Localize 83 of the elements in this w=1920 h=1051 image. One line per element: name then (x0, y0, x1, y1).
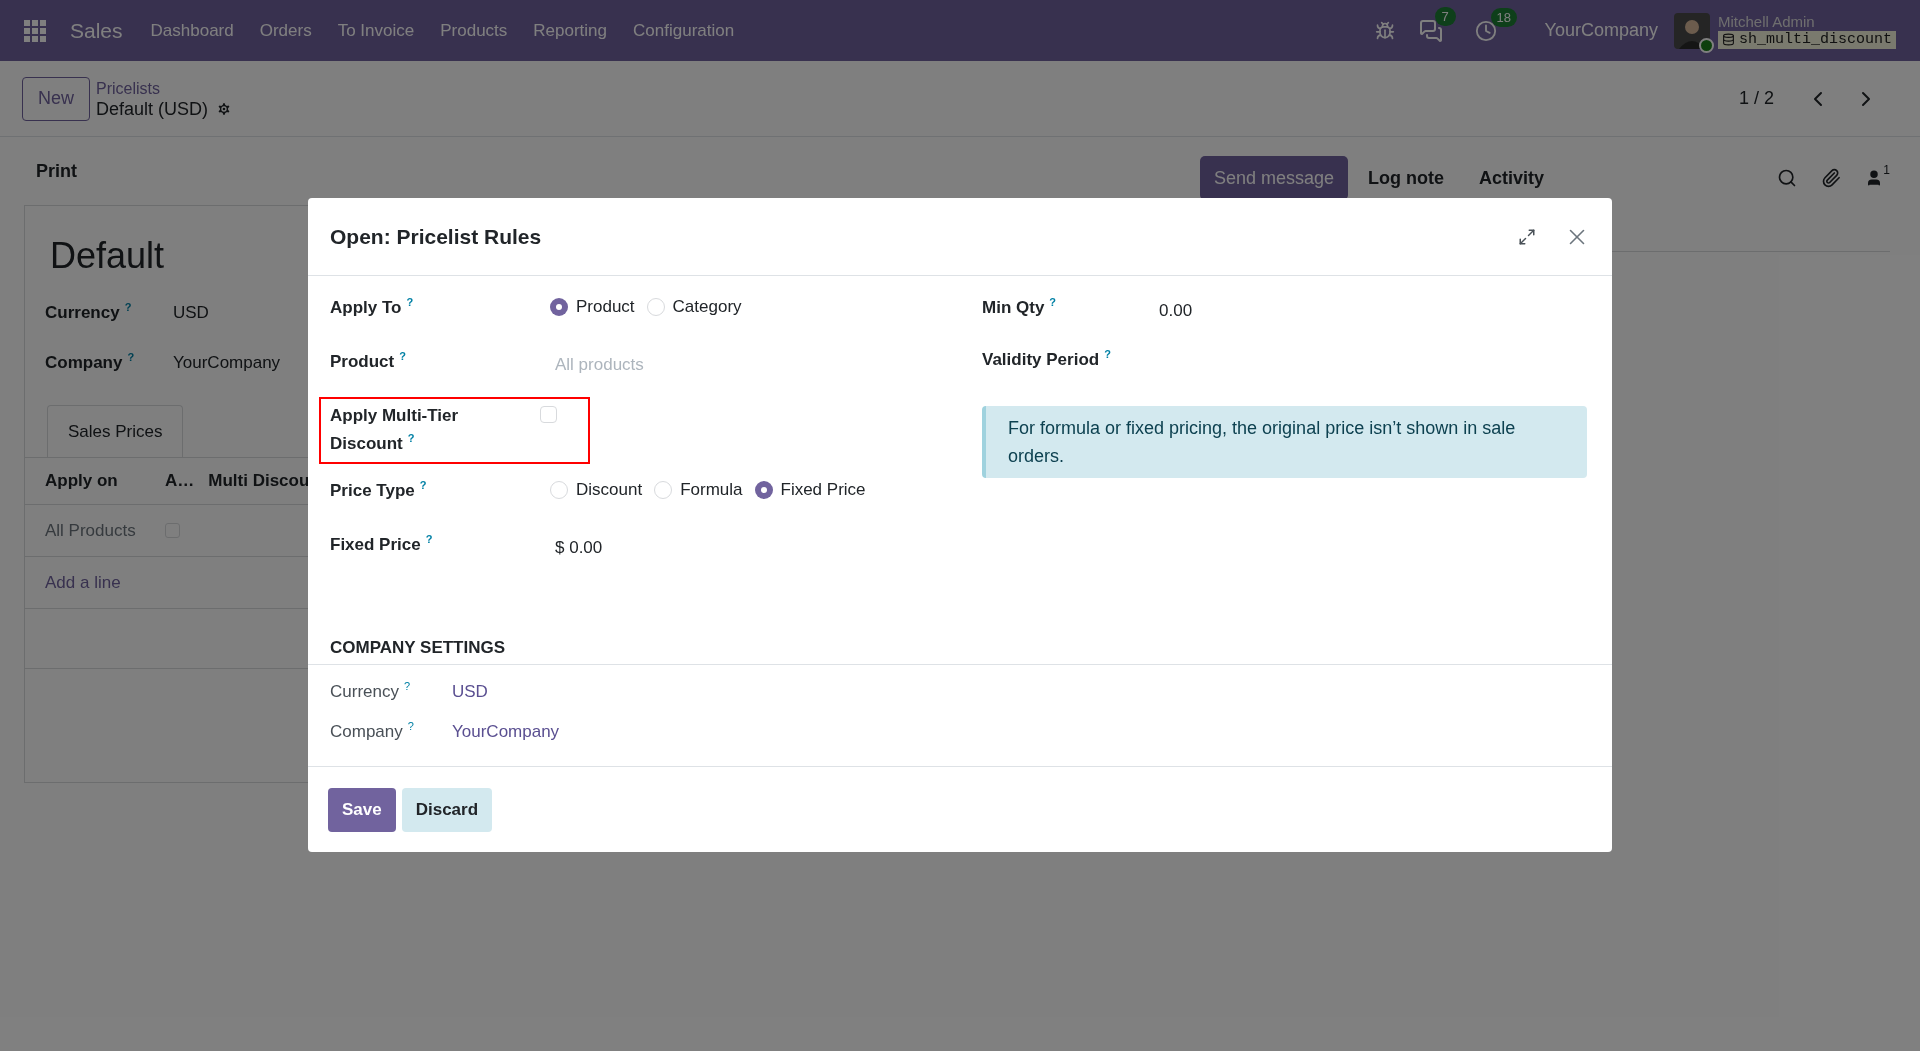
print-button[interactable]: Print (36, 157, 77, 185)
field-value: 0.00 (1158, 300, 1193, 322)
help-mark[interactable]: ? (1049, 296, 1057, 308)
expand-icon[interactable] (1518, 227, 1536, 246)
chatter-tab[interactable]: Log note (1368, 164, 1445, 192)
help-mark[interactable]: ? (425, 533, 433, 545)
help-mark[interactable]: ? (1104, 348, 1111, 360)
alert-text: For formula or fixed pricing, the original price isn’t shown in sale orders. (1008, 417, 1517, 468)
help-mark[interactable]: ? (124, 301, 132, 313)
column-header[interactable]: Apply on (45, 468, 165, 494)
column-header[interactable]: Multi Discou (208, 468, 310, 494)
field-label: Min Qty $^{?}$ (982, 298, 1057, 317)
column-header[interactable]: A… (165, 468, 195, 494)
breadcrumb-link[interactable]: Pricelists (96, 77, 233, 99)
company-name[interactable]: YourCompany (1544, 17, 1658, 44)
help-mark[interactable]: ? (403, 680, 411, 692)
help-mark[interactable]: ? (406, 296, 414, 308)
help-mark[interactable]: ? (419, 479, 427, 491)
radio-option[interactable]: Category (646, 294, 742, 320)
field-label: Company $^{?}$ (45, 349, 136, 374)
section-heading: COMPANY SETTINGS (329, 636, 507, 659)
help-mark[interactable]: ? (407, 719, 414, 732)
radio-option[interactable]: Formula (654, 477, 743, 503)
activity-count-badge: 18 (1490, 7, 1518, 27)
field-label: Apply To $^{?}$ (330, 298, 414, 317)
chat-icon[interactable] (1418, 18, 1443, 43)
field-label: Currency $^{?}$ (45, 300, 133, 324)
new-button[interactable]: New (22, 76, 90, 121)
discard-button[interactable]: Discard (401, 787, 493, 832)
dialog-title: Open: Pricelist Rules (330, 223, 542, 250)
menu-item[interactable]: To Invoice (337, 17, 415, 44)
chatter-tab[interactable]: Activity (1479, 164, 1545, 192)
radio-icon[interactable] (654, 480, 673, 499)
radio-icon[interactable] (646, 297, 665, 316)
record-name: Default (USD) (96, 98, 209, 120)
radio-icon[interactable] (754, 480, 773, 499)
app-name[interactable]: Sales (70, 14, 123, 47)
menu-item[interactable]: Reporting (533, 17, 608, 44)
help-mark[interactable]: ? (399, 350, 406, 362)
field-label: Price Type $^{?}$ (330, 481, 427, 500)
bug-icon[interactable] (1374, 20, 1395, 41)
database-badge: sh_multi_discount (1717, 30, 1896, 49)
record-title: Default (50, 236, 165, 276)
menu-item[interactable]: Configuration (633, 17, 735, 44)
field-label: Currency $^{?}$ (330, 679, 412, 703)
radio-option[interactable]: Product (550, 294, 635, 320)
paperclip-icon[interactable] (1821, 168, 1842, 188)
radio-option[interactable]: Discount (550, 477, 643, 503)
follower-count: 1 (1883, 162, 1890, 179)
add-line-link[interactable]: Add a line (45, 569, 121, 596)
chatter-tab[interactable]: Send message (1200, 156, 1349, 200)
user-name[interactable]: Mitchell Admin (1717, 12, 1896, 31)
help-mark[interactable]: ? (127, 350, 135, 363)
settings-icon[interactable] (216, 101, 233, 117)
database-icon (1721, 33, 1735, 46)
avatar-icon[interactable] (1673, 12, 1710, 49)
field-value: YourCompany (173, 351, 281, 374)
tab[interactable]: Sales Prices (47, 405, 184, 457)
field-label: Product $^{?}$ (330, 352, 406, 371)
field-link[interactable]: USD (452, 679, 488, 705)
field-label: Fixed Price $^{?}$ (330, 535, 433, 554)
radio-option[interactable]: Fixed Price (754, 477, 866, 503)
save-button[interactable]: Save (328, 787, 396, 832)
message-count-badge: 7 (1434, 6, 1456, 26)
field-value: $ 0.00 (554, 537, 603, 559)
field-label: Validity Period $^{?}$ (982, 350, 1111, 369)
radio-icon[interactable] (550, 480, 568, 499)
menu-item[interactable]: Orders (259, 17, 312, 44)
pager-counter: 1 / 2 (1738, 87, 1774, 110)
field-label: Apply Multi-Tier Discount $^{?}$ (330, 406, 459, 453)
checkbox[interactable] (540, 406, 557, 423)
clock-icon[interactable] (1474, 19, 1497, 42)
menu-item[interactable]: Products (440, 17, 508, 44)
table-cell-text: All Products (45, 519, 137, 542)
search-icon[interactable] (1777, 168, 1798, 188)
radio-icon[interactable] (550, 297, 568, 316)
field-label: Company $^{?}$ (330, 718, 415, 743)
menu-item[interactable]: Dashboard (150, 17, 234, 44)
field-link[interactable]: YourCompany (452, 718, 560, 744)
apps-grid-icon[interactable] (24, 19, 46, 42)
help-mark[interactable]: ? (407, 432, 415, 444)
product-field[interactable]: All products (550, 348, 850, 378)
field-value: USD (173, 302, 209, 324)
